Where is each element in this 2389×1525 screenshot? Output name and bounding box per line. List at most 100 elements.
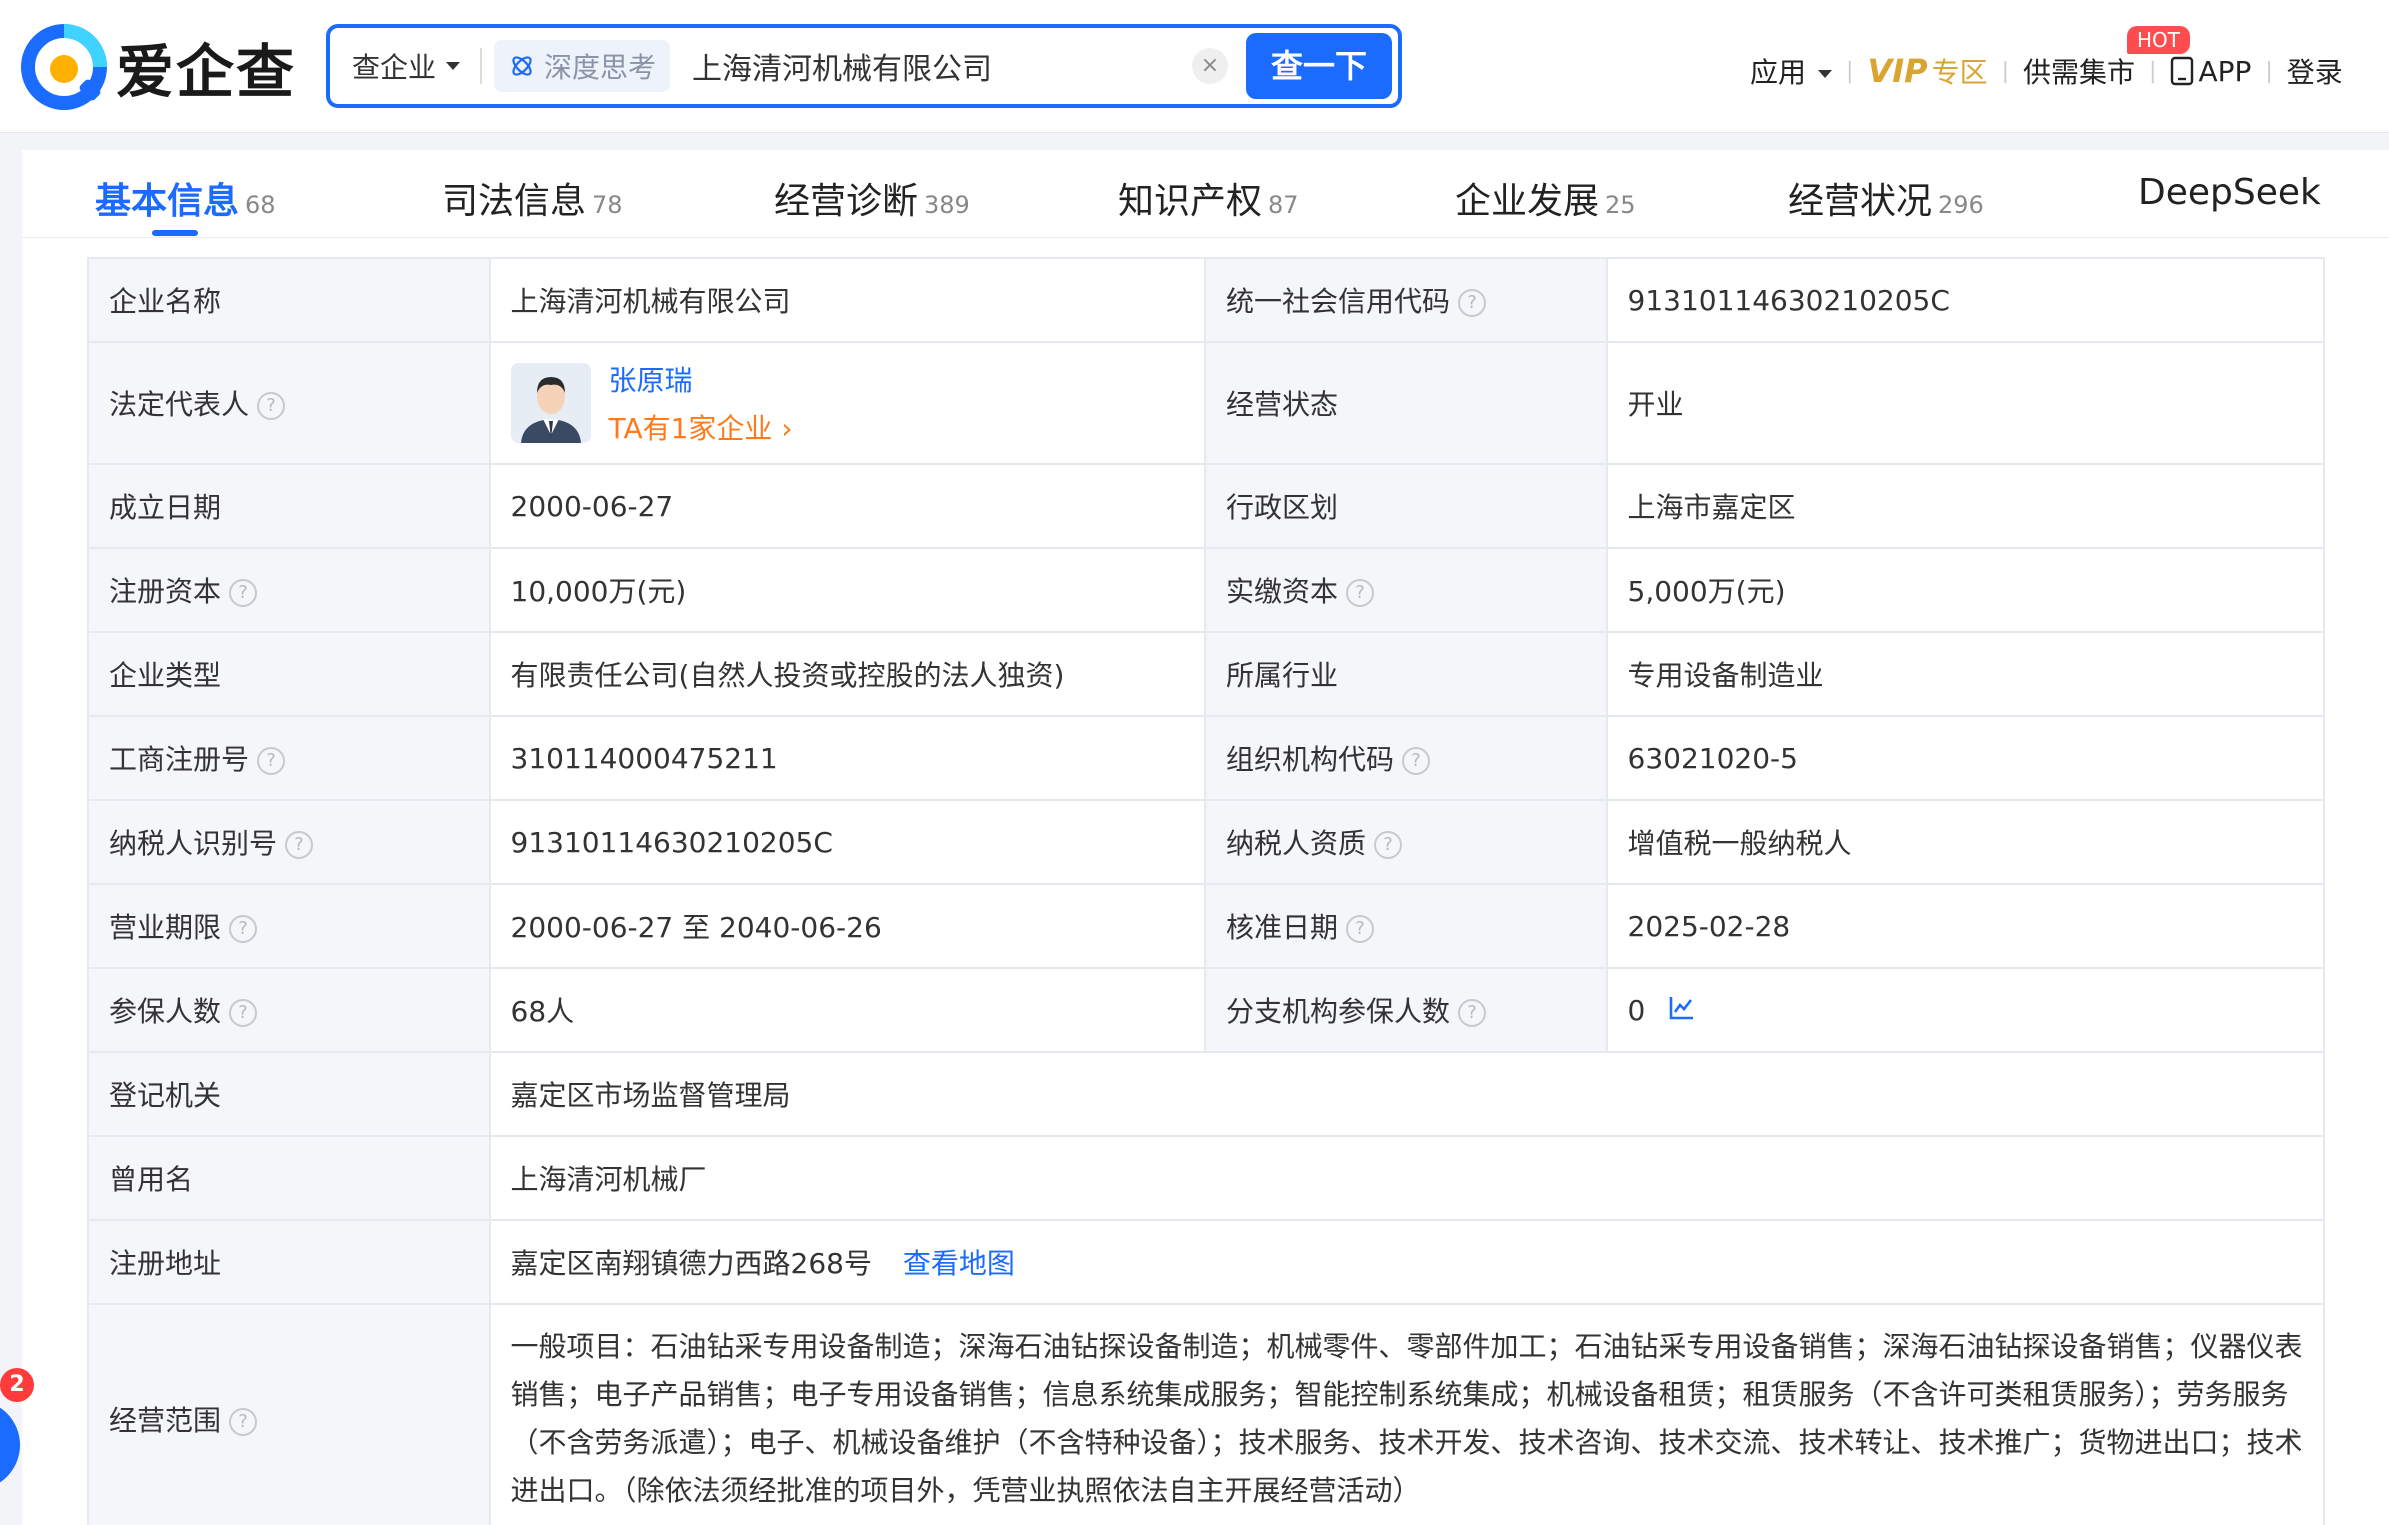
legal-rep-label-cell: 法定代表人? bbox=[87, 341, 491, 465]
tab-judicial-info[interactable]: 司法信息 78 bbox=[442, 172, 623, 224]
basic-info-table: 企业名称 上海清河机械有限公司 统一社会信用代码? 91310114630210… bbox=[87, 257, 2326, 1525]
status-label: 经营状态 bbox=[1203, 341, 1608, 465]
help-icon[interactable]: ? bbox=[257, 392, 286, 420]
tab-count: 25 bbox=[1605, 191, 1636, 219]
table-row: 工商注册号? 310114000475211 组织机构代码? 63021020-… bbox=[87, 715, 2325, 801]
tax-qual-value: 增值税一般纳税人 bbox=[1605, 799, 2325, 885]
logo[interactable]: 爱企查 bbox=[20, 22, 296, 112]
tab-business-diagnosis[interactable]: 经营诊断 389 bbox=[774, 172, 970, 224]
tab-count: 296 bbox=[1938, 191, 1984, 219]
help-icon[interactable]: ? bbox=[1402, 747, 1430, 775]
founded-value: 2000-06-27 bbox=[488, 463, 1206, 549]
tab-intellectual-property[interactable]: 知识产权 87 bbox=[1118, 172, 1299, 224]
table-row: 登记机关 嘉定区市场监督管理局 bbox=[87, 1051, 2326, 1137]
table-row: 参保人数? 68人 分支机构参保人数? 0 bbox=[87, 967, 2325, 1053]
tax-id-label: 纳税人识别号 bbox=[109, 827, 278, 860]
logo-mark-icon bbox=[20, 23, 108, 111]
term-label: 营业期限 bbox=[109, 911, 222, 944]
deep-think-icon bbox=[512, 56, 532, 76]
authority-value: 嘉定区市场监督管理局 bbox=[488, 1051, 2326, 1137]
term-label-cell: 营业期限? bbox=[87, 883, 491, 969]
tab-count: 87 bbox=[1268, 191, 1299, 219]
branch-insured-label-cell: 分支机构参保人数? bbox=[1203, 967, 1608, 1053]
nav-apps[interactable]: 应用 bbox=[1750, 51, 1833, 91]
authority-label: 登记机关 bbox=[87, 1051, 491, 1137]
active-tab-indicator bbox=[152, 230, 198, 236]
org-code-value: 63021020-5 bbox=[1605, 715, 2325, 801]
type-label: 企业类型 bbox=[87, 631, 491, 717]
help-icon[interactable]: ? bbox=[257, 747, 286, 775]
table-row: 注册资本? 10,000万(元) 实缴资本? 5,000万(元) bbox=[87, 547, 2325, 633]
scope-label: 经营范围 bbox=[109, 1404, 222, 1437]
chevron-right-icon: › bbox=[781, 412, 793, 445]
help-icon[interactable]: ? bbox=[1346, 579, 1374, 607]
term-value: 2000-06-27 至 2040-06-26 bbox=[488, 883, 1206, 969]
help-icon[interactable]: ? bbox=[229, 1408, 258, 1436]
help-icon[interactable]: ? bbox=[1458, 289, 1486, 317]
floating-assistant-button[interactable] bbox=[0, 1400, 20, 1490]
logo-text: 爱企查 bbox=[116, 38, 297, 106]
search-input[interactable] bbox=[692, 48, 1173, 84]
founded-label: 成立日期 bbox=[87, 463, 491, 549]
legal-rep-person: 张原瑞 TA有1家企业 › bbox=[510, 359, 1184, 447]
nav-app[interactable]: APP bbox=[2170, 55, 2251, 88]
reg-no-label-cell: 工商注册号? bbox=[87, 715, 491, 801]
nav-vip[interactable]: VIP 专区 bbox=[1867, 51, 1987, 91]
tab-label: 知识产权 bbox=[1118, 181, 1263, 222]
table-row: 营业期限? 2000-06-27 至 2040-06-26 核准日期? 2025… bbox=[87, 883, 2325, 969]
industry-value: 专用设备制造业 bbox=[1605, 631, 2325, 717]
table-row: 纳税人识别号? 91310114630210205C 纳税人资质? 增值税一般纳… bbox=[87, 799, 2325, 885]
deep-think-toggle[interactable]: 深度思考 bbox=[494, 40, 671, 92]
divider bbox=[480, 48, 483, 84]
phone-icon bbox=[2171, 56, 2194, 86]
notification-badge: 2 bbox=[0, 1368, 34, 1402]
help-icon[interactable]: ? bbox=[229, 915, 258, 943]
table-row: 成立日期 2000-06-27 行政区划 上海市嘉定区 bbox=[87, 463, 2325, 549]
tab-enterprise-development[interactable]: 企业发展 25 bbox=[1455, 172, 1636, 224]
company-name-label: 企业名称 bbox=[87, 257, 491, 343]
approve-value: 2025-02-28 bbox=[1605, 883, 2325, 969]
deep-think-label: 深度思考 bbox=[544, 51, 657, 84]
address-cell: 嘉定区南翔镇德力西路268号 查看地图 bbox=[488, 1219, 2326, 1305]
clear-icon[interactable]: × bbox=[1192, 48, 1228, 84]
trend-chart-icon[interactable] bbox=[1668, 994, 1696, 1022]
help-icon[interactable]: ? bbox=[229, 999, 258, 1027]
former-name-label: 曾用名 bbox=[87, 1135, 491, 1221]
nav-market[interactable]: 供需集市 bbox=[2023, 51, 2135, 91]
branch-insured-cell: 0 bbox=[1605, 967, 2325, 1053]
search-bar: 查企业 深度思考 × 查一下 bbox=[326, 24, 1402, 108]
insured-label-cell: 参保人数? bbox=[87, 967, 491, 1053]
legal-rep-companies-link[interactable]: TA有1家企业 › bbox=[609, 407, 793, 447]
branch-insured-value: 0 bbox=[1627, 993, 1646, 1027]
help-icon[interactable]: ? bbox=[285, 831, 314, 859]
tab-label: 企业发展 bbox=[1455, 181, 1600, 222]
tab-count: 78 bbox=[592, 191, 623, 219]
search-scope-select[interactable]: 查企业 bbox=[330, 46, 461, 86]
main-card: 基本信息 68 司法信息 78 经营诊断 389 知识产权 87 企业发展 25 经营状况… bbox=[22, 150, 2389, 1525]
vip-zone-label: 专区 bbox=[1931, 56, 1988, 89]
branch-insured-label: 分支机构参保人数 bbox=[1225, 995, 1450, 1028]
top-header: 爱企查 查企业 深度思考 × 查一下 HOT 应用 | VIP专区 | 供需集市… bbox=[0, 0, 2389, 133]
avatar[interactable] bbox=[510, 363, 591, 443]
top-nav: 应用 | VIP 专区 | 供需集市 | APP | 登录 bbox=[1750, 48, 2343, 94]
help-icon[interactable]: ? bbox=[229, 579, 258, 607]
tab-deepseek[interactable]: DeepSeek bbox=[2138, 172, 2321, 213]
paid-capital-value: 5,000万(元) bbox=[1605, 547, 2325, 633]
table-row: 企业名称 上海清河机械有限公司 统一社会信用代码? 91310114630210… bbox=[87, 257, 2325, 343]
tab-label: 基本信息 bbox=[95, 181, 240, 222]
region-value: 上海市嘉定区 bbox=[1605, 463, 2325, 549]
table-row: 法定代表人? 张原瑞 TA有1家企业 › 经营状态 开业 bbox=[87, 341, 2325, 465]
tab-business-status[interactable]: 经营状况 296 bbox=[1788, 172, 1984, 224]
nav-login[interactable]: 登录 bbox=[2287, 51, 2343, 91]
help-icon[interactable]: ? bbox=[1346, 915, 1374, 943]
legal-rep-name-link[interactable]: 张原瑞 bbox=[609, 359, 793, 399]
help-icon[interactable]: ? bbox=[1374, 831, 1402, 859]
paid-capital-label-cell: 实缴资本? bbox=[1203, 547, 1608, 633]
tab-label: 经营状况 bbox=[1788, 181, 1933, 222]
view-map-link[interactable]: 查看地图 bbox=[903, 1247, 1015, 1280]
tab-basic-info[interactable]: 基本信息 68 bbox=[95, 172, 276, 224]
help-icon[interactable]: ? bbox=[1458, 999, 1486, 1027]
approve-label: 核准日期 bbox=[1225, 911, 1338, 944]
search-button[interactable]: 查一下 bbox=[1246, 33, 1392, 99]
approve-label-cell: 核准日期? bbox=[1203, 883, 1608, 969]
